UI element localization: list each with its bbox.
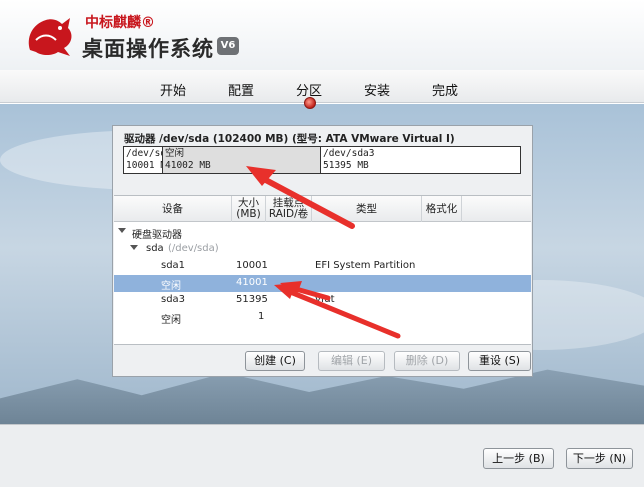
segment-sda3[interactable]: /dev/sda3 51395 MB (321, 147, 520, 173)
step-start: 开始 (160, 84, 187, 99)
table-row[interactable]: sda1 10001 EFI System Partition (114, 258, 531, 275)
tree-row-root[interactable]: 硬盘驱动器 (114, 224, 531, 241)
column-format[interactable]: 格式化 (422, 196, 462, 222)
segment-sda1[interactable]: /dev/sda 10001 M (124, 147, 163, 173)
disk-label: sda (146, 243, 164, 254)
column-label: 格式化 (425, 202, 458, 215)
row-type: EFI System Partition (315, 260, 416, 271)
tree-root-label: 硬盘驱动器 (132, 230, 182, 241)
edit-button[interactable]: 编辑 (E) (318, 351, 385, 371)
version-badge: V6 (217, 37, 239, 55)
row-size: 1 (258, 311, 265, 322)
header: 中标麒麟® 桌面操作系统 V6 (0, 0, 644, 70)
column-label: 大小 (MB) (236, 197, 261, 220)
brand-name: 中标麒麟® (85, 15, 155, 31)
drive-title: 驱动器 /dev/sda (102400 MB) (型号: ATA VMware… (124, 133, 455, 145)
table-row[interactable]: sda3 51395 vfat (114, 292, 531, 309)
expand-arrow-icon[interactable] (118, 228, 126, 233)
segment-size: 41002 MB (165, 160, 211, 171)
row-device: 空闲 (161, 281, 181, 292)
column-type[interactable]: 类型 (312, 196, 422, 222)
segment-label: 空闲 (165, 148, 185, 159)
column-device[interactable]: 设备 (114, 196, 232, 222)
partition-table: 设备 大小 (MB) 挂载点 RAID/卷 类型 格式化 硬盘驱动器 sda (/d… (114, 195, 531, 345)
expand-arrow-icon[interactable] (130, 245, 138, 250)
product-title: 桌面操作系统 (82, 37, 214, 61)
segment-label: /dev/sda3 (323, 148, 375, 159)
column-label: 设备 (162, 202, 183, 215)
table-header: 设备 大小 (MB) 挂载点 RAID/卷 类型 格式化 (114, 196, 531, 222)
segment-size: 10001 M (126, 160, 163, 171)
row-size: 41001 (236, 277, 268, 288)
reset-button[interactable]: 重设 (S) (468, 351, 531, 371)
back-button[interactable]: 上一步 (B) (483, 448, 554, 469)
tree-row-disk[interactable]: sda (/dev/sda) (114, 241, 531, 258)
table-row-selected[interactable]: 空闲 41001 (114, 275, 531, 292)
drive-partition-bar: /dev/sda 10001 M 空闲 41002 MB /dev/sda3 5… (123, 146, 521, 174)
row-device: 空闲 (161, 315, 181, 326)
step-install: 安装 (364, 84, 391, 99)
column-mount[interactable]: 挂载点 RAID/卷 (266, 196, 312, 222)
disk-path: (/dev/sda) (168, 243, 219, 254)
segment-size: 51395 MB (323, 160, 369, 171)
table-row[interactable]: 空闲 1 (114, 309, 531, 326)
installer-steps: 开始 配置 分区 安装 完成 (0, 70, 644, 103)
step-config: 配置 (228, 84, 255, 99)
next-button[interactable]: 下一步 (N) (566, 448, 633, 469)
column-size[interactable]: 大小 (MB) (232, 196, 266, 222)
active-step-indicator-icon (304, 97, 316, 109)
row-device: sda3 (161, 294, 186, 305)
dragon-logo-icon (28, 18, 72, 56)
row-size: 51395 (236, 294, 268, 305)
column-label: 类型 (356, 202, 377, 215)
partition-panel: 驱动器 /dev/sda (102400 MB) (型号: ATA VMware… (112, 125, 533, 377)
column-label: 挂载点 RAID/卷 (268, 197, 309, 220)
create-button[interactable]: 创建 (C) (245, 351, 305, 371)
step-finish: 完成 (432, 84, 459, 99)
row-size: 10001 (236, 260, 268, 271)
row-device: sda1 (161, 260, 186, 271)
segment-free[interactable]: 空闲 41002 MB (163, 147, 321, 173)
segment-label: /dev/sda (126, 148, 162, 159)
row-type: vfat (315, 294, 335, 305)
delete-button[interactable]: 删除 (D) (394, 351, 460, 371)
